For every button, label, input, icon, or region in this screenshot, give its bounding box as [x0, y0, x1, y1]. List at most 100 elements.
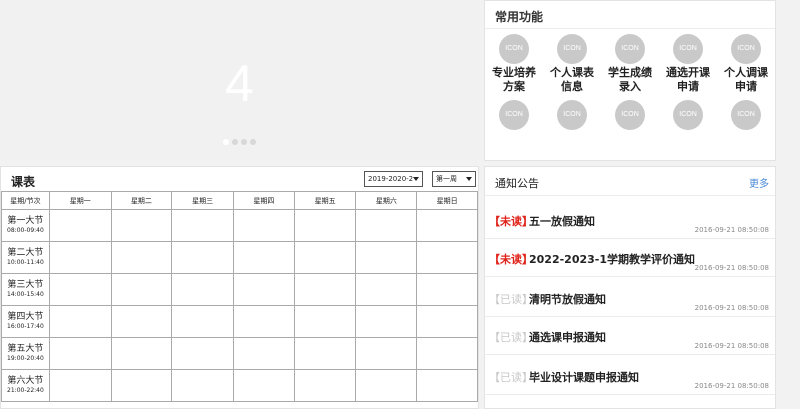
notice-date: 2016-09-21 08:50:08	[694, 226, 769, 234]
timetable-cell[interactable]	[48, 337, 112, 370]
period-cell: 第六大节 21:00-22:40	[1, 369, 50, 402]
timetable-cell[interactable]	[355, 305, 418, 338]
timetable-cell[interactable]	[355, 209, 418, 242]
timetable-cell[interactable]	[416, 273, 478, 306]
timetable-cell[interactable]	[171, 337, 235, 370]
timetable-cell[interactable]	[355, 369, 418, 402]
function-item-empty[interactable]: ICON	[659, 100, 717, 130]
timetable-cell[interactable]	[355, 273, 418, 306]
common-functions-panel: 常用功能 ICON 专业培养 方案 ICON 个人课表 信息 ICON 学生成绩 录入…	[484, 0, 776, 161]
common-functions-title: 常用功能	[495, 10, 544, 24]
carousel-dot-3[interactable]	[241, 139, 247, 145]
header-monday: 星期一	[48, 191, 112, 210]
timetable-cell[interactable]	[110, 241, 173, 274]
function-item-empty[interactable]: ICON	[601, 100, 659, 130]
period-cell: 第四大节 16:00-17:40	[1, 305, 50, 338]
period-cell: 第五大节 19:00-20:40	[1, 337, 50, 370]
timetable-cell[interactable]	[171, 241, 235, 274]
timetable-cell[interactable]	[48, 369, 112, 402]
table-row: 第三大节 14:00-15:40	[1, 273, 478, 306]
table-row: 第一大节 08:00-09:40	[1, 209, 478, 242]
timetable-cell[interactable]	[355, 337, 418, 370]
header-friday: 星期五	[293, 191, 357, 210]
timetable-cell[interactable]	[416, 337, 478, 370]
timetable-cell[interactable]	[171, 273, 235, 306]
function-item-personal-timetable[interactable]: ICON 个人课表 信息	[543, 34, 601, 94]
carousel-dot-4[interactable]	[250, 139, 256, 145]
timetable-cell[interactable]	[110, 305, 173, 338]
timetable-cell[interactable]	[416, 241, 478, 274]
function-placeholder-icon: ICON	[673, 34, 703, 64]
timetable-cell[interactable]	[110, 369, 173, 402]
function-item-elective-course-request[interactable]: ICON 通选开课 申请	[659, 34, 717, 94]
function-item-empty[interactable]: ICON	[485, 100, 543, 130]
timetable-cell[interactable]	[355, 241, 418, 274]
function-placeholder-icon: ICON	[731, 100, 761, 130]
table-row: 第五大节 19:00-20:40	[1, 337, 478, 370]
function-item-class-change-request[interactable]: ICON 个人调课 申请	[717, 34, 775, 94]
timetable-title: 课表	[11, 175, 36, 189]
banner-carousel[interactable]: 4	[0, 0, 479, 161]
timetable-header-row: 星期/节次 星期一 星期二 星期三 星期四 星期五 星期六 星期日	[1, 191, 478, 210]
timetable-cell[interactable]	[48, 305, 112, 338]
timetable-cell[interactable]	[110, 273, 173, 306]
notice-text: 清明节放假通知	[529, 293, 606, 306]
timetable-cell[interactable]	[171, 209, 235, 242]
notice-item[interactable]: 【未读】 五一放假通知 2016-09-21 08:50:08	[485, 201, 775, 239]
notice-text: 毕业设计课题申报通知	[529, 371, 639, 384]
timetable-cell[interactable]	[48, 273, 112, 306]
timetable-cell[interactable]	[293, 273, 357, 306]
header-saturday: 星期六	[355, 191, 418, 210]
timetable-cell[interactable]	[293, 241, 357, 274]
timetable-cell[interactable]	[233, 273, 295, 306]
carousel-dot-1[interactable]	[223, 139, 229, 145]
timetable-cell[interactable]	[110, 337, 173, 370]
carousel-dot-2[interactable]	[232, 139, 238, 145]
notice-date: 2016-09-21 08:50:08	[694, 304, 769, 312]
timetable-cell[interactable]	[293, 369, 357, 402]
timetable-cell[interactable]	[233, 337, 295, 370]
timetable-cell[interactable]	[171, 369, 235, 402]
function-item-empty[interactable]: ICON	[717, 100, 775, 130]
header-sunday: 星期日	[416, 191, 478, 210]
divider	[485, 28, 775, 29]
timetable-cell[interactable]	[48, 241, 112, 274]
timetable-cell[interactable]	[110, 209, 173, 242]
timetable-cell[interactable]	[233, 241, 295, 274]
period-cell: 第二大节 10:00-11:40	[1, 241, 50, 274]
notice-item[interactable]: 【已读】 清明节放假通知 2016-09-21 08:50:08	[485, 279, 775, 317]
notice-item[interactable]: 【已读】 毕业设计课题申报通知 2016-09-21 08:50:08	[485, 357, 775, 395]
notice-item[interactable]: 【已读】 通选课申报通知 2016-09-21 08:50:08	[485, 317, 775, 355]
notice-text: 通选课申报通知	[529, 331, 606, 344]
function-item-program[interactable]: ICON 专业培养 方案	[485, 34, 543, 94]
timetable-cell[interactable]	[233, 369, 295, 402]
timetable-cell[interactable]	[416, 209, 478, 242]
notices-more-link[interactable]: 更多	[749, 175, 769, 190]
timetable-cell[interactable]	[233, 305, 295, 338]
function-placeholder-icon: ICON	[615, 34, 645, 64]
timetable-cell[interactable]	[171, 305, 235, 338]
divider	[485, 195, 775, 196]
timetable-cell[interactable]	[293, 209, 357, 242]
timetable-cell[interactable]	[233, 209, 295, 242]
week-select[interactable]: 第一周	[432, 171, 476, 187]
timetable-cell[interactable]	[293, 305, 357, 338]
read-tag: 【已读】	[489, 331, 533, 344]
notices-title: 通知公告	[495, 177, 539, 190]
function-label: 通选开课 申请	[666, 66, 710, 93]
function-placeholder-icon: ICON	[615, 100, 645, 130]
function-label: 专业培养 方案	[492, 66, 536, 93]
notice-text: 五一放假通知	[529, 215, 595, 228]
notice-item[interactable]: 【未读】 2022-2023-1学期教学评价通知 2016-09-21 08:5…	[485, 239, 775, 277]
period-cell: 第一大节 08:00-09:40	[1, 209, 50, 242]
timetable-cell[interactable]	[416, 369, 478, 402]
timetable-cell[interactable]	[416, 305, 478, 338]
term-select[interactable]: 2019-2020-2	[364, 171, 423, 187]
timetable-cell[interactable]	[293, 337, 357, 370]
read-tag: 【已读】	[489, 371, 533, 384]
function-item-empty[interactable]: ICON	[543, 100, 601, 130]
timetable-cell[interactable]	[48, 209, 112, 242]
function-item-grade-entry[interactable]: ICON 学生成绩 录入	[601, 34, 659, 94]
function-placeholder-icon: ICON	[499, 34, 529, 64]
notice-text: 2022-2023-1学期教学评价通知	[529, 253, 696, 266]
